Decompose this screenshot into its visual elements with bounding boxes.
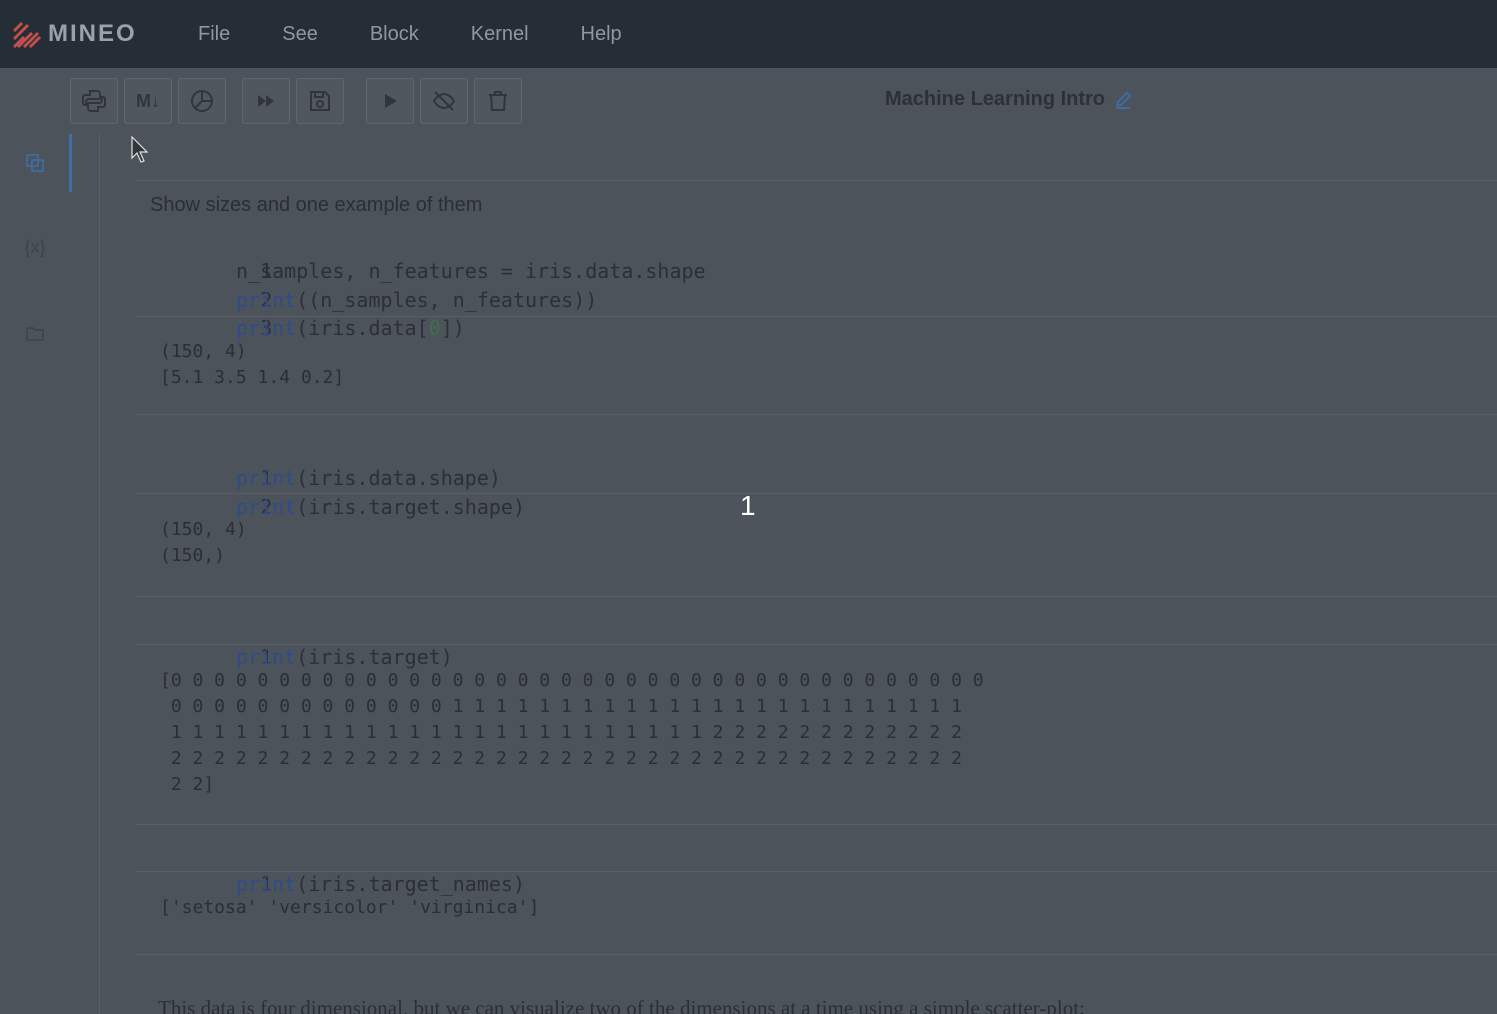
hide-code-button[interactable] [420, 78, 468, 124]
code-text: (iris.data.shape) [296, 466, 501, 490]
pencil-icon[interactable] [1113, 90, 1133, 110]
cell-divider [136, 954, 1497, 955]
cell-divider [136, 493, 1497, 494]
menu-see[interactable]: See [256, 23, 344, 46]
menu-file[interactable]: File [172, 23, 256, 46]
mouse-cursor-icon [131, 136, 149, 163]
toolbar: M↓ [0, 68, 1497, 134]
menu-kernel[interactable]: Kernel [445, 23, 555, 46]
delete-button[interactable] [474, 78, 522, 124]
left-sidebar: {x} [0, 134, 100, 1014]
folder-icon[interactable] [22, 320, 48, 346]
code-line: 1 n_samples, n_features = iris.data.shape [136, 229, 706, 283]
code-keyword: print [236, 316, 297, 340]
cell-output: ['setosa' 'versicolor' 'virginica'] [160, 897, 540, 918]
code-number: 0 [428, 316, 441, 340]
cell-divider [136, 824, 1497, 825]
python-cell-button[interactable] [70, 78, 118, 124]
run-all-button[interactable] [242, 78, 290, 124]
save-icon [310, 91, 330, 111]
pie-chart-icon [191, 90, 213, 112]
notebook-title[interactable]: Machine Learning Intro [885, 88, 1133, 111]
cell-output: (150, 4) [5.1 3.5 1.4 0.2] [160, 341, 345, 388]
chart-cell-button[interactable] [178, 78, 226, 124]
cell-divider [136, 316, 1497, 317]
code-text: ((n_samples, n_features)) [296, 288, 598, 312]
cell-divider [136, 180, 1497, 181]
code-text: (iris.data[ [296, 316, 429, 340]
markdown-cell-text: This data is four dimensional, but we ca… [158, 996, 1085, 1014]
mineo-logo-icon [12, 21, 42, 49]
code-text: (iris.target.shape) [296, 495, 525, 519]
menu-help[interactable]: Help [555, 23, 648, 46]
python-icon [82, 90, 106, 112]
trash-icon [489, 91, 507, 111]
code-line: 1 print(iris.data.shape) [136, 436, 501, 490]
cell-divider [136, 596, 1497, 597]
code-keyword: print [236, 872, 297, 896]
play-icon [385, 94, 397, 108]
menubar: MINEO File See Block Kernel Help [0, 0, 1497, 68]
overlay-number: 1 [740, 490, 756, 521]
notebook: Show sizes and one example of them 1 n_sa… [136, 134, 1497, 1014]
markdown-cell-text: Show sizes and one example of them [150, 194, 483, 216]
run-button[interactable] [366, 78, 414, 124]
markdown-icon: M↓ [136, 90, 160, 111]
code-keyword: print [236, 495, 297, 519]
code-line: 1 print(iris.target_names) [136, 842, 525, 896]
code-line: 1 print(iris.target) [136, 615, 453, 669]
code-text: ]) [440, 316, 465, 340]
logo-text: MINEO [48, 20, 137, 47]
cells-icon[interactable] [22, 150, 48, 176]
code-keyword: print [236, 645, 297, 669]
cell-output: (150, 4) (150,) [160, 519, 247, 566]
code-text: n_samples, n_features = iris.data.shape [236, 259, 706, 283]
code-line: 2 print((n_samples, n_features)) [136, 258, 597, 312]
cell-divider [136, 644, 1497, 645]
code-line: 2 print(iris.target.shape) [136, 465, 525, 519]
code-line: 3 print(iris.data[0]) [136, 286, 465, 340]
code-text: (iris.target_names) [296, 872, 525, 896]
code-text: (iris.target) [296, 645, 453, 669]
eye-off-icon [432, 91, 456, 111]
cell-divider [136, 414, 1497, 415]
logo: MINEO [12, 19, 172, 49]
notebook-title-text: Machine Learning Intro [885, 88, 1106, 110]
fast-forward-icon [258, 95, 274, 107]
cell-divider [136, 871, 1497, 872]
markdown-cell-button[interactable]: M↓ [124, 78, 172, 124]
cell-output: [0 0 0 0 0 0 0 0 0 0 0 0 0 0 0 0 0 0 0 0… [160, 670, 984, 795]
variables-icon[interactable]: {x} [22, 234, 48, 260]
sidebar-active-indicator [69, 134, 72, 192]
menu-block[interactable]: Block [344, 23, 445, 46]
save-button[interactable] [296, 78, 344, 124]
